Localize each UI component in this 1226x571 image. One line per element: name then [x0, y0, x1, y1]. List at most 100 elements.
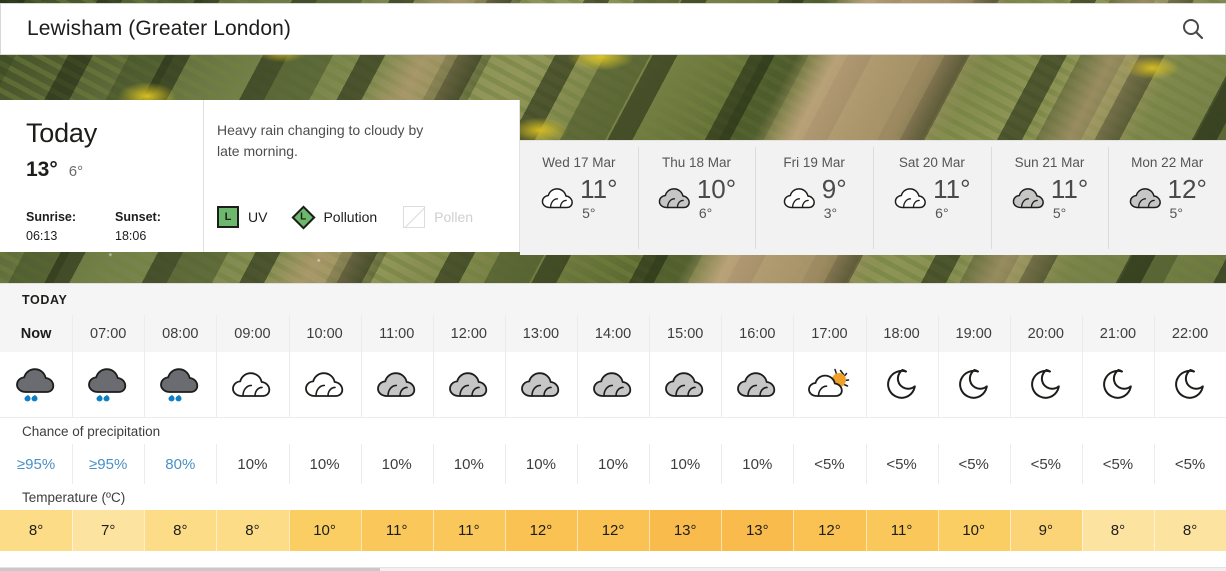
- hour-time-cell[interactable]: 19:00: [937, 315, 1010, 352]
- hour-time-cell[interactable]: 07:00: [72, 315, 144, 352]
- hour-icon-cell: [721, 352, 793, 417]
- day-forecast-card[interactable]: Thu 18 Mar 10° 6°: [637, 141, 756, 255]
- temperature-label: Temperature (ºC): [22, 489, 126, 505]
- hour-icon-cell: [937, 352, 1010, 417]
- day-temperatures: 12° 5°: [1168, 176, 1207, 220]
- cloud-grey-icon: [448, 371, 488, 397]
- hour-time-cell[interactable]: 14:00: [577, 315, 649, 352]
- day-forecast-card[interactable]: Wed 17 Mar 11° 5°: [520, 141, 638, 255]
- hour-time-cell[interactable]: 16:00: [721, 315, 793, 352]
- precipitation-value: <5%: [1174, 455, 1206, 473]
- temperature-value: 8°: [28, 522, 44, 539]
- hour-temperature-cell: 10°: [288, 510, 361, 551]
- hour-time-cell[interactable]: 17:00: [793, 315, 865, 352]
- hour-temperature-cell: 12°: [504, 510, 577, 551]
- day-forecast-card[interactable]: Fri 19 Mar 9° 3°: [755, 141, 873, 255]
- day-temperatures: 9° 3°: [822, 176, 847, 220]
- heavy-rain-icon: [88, 367, 127, 401]
- hour-time-cell[interactable]: 22:00: [1154, 315, 1226, 352]
- hour-precip-cell: <5%: [1009, 444, 1082, 484]
- temperature-value: 11°: [890, 522, 913, 539]
- uv-badge[interactable]: L UV: [217, 206, 267, 228]
- cloud-white-icon: [304, 371, 343, 397]
- hour-time-cell[interactable]: 08:00: [144, 315, 216, 352]
- hour-precip-cell: <5%: [1081, 444, 1154, 484]
- precipitation-value: ≥95%: [16, 455, 56, 473]
- search-button[interactable]: [1161, 4, 1225, 54]
- precipitation-value: <5%: [1102, 455, 1134, 473]
- temperature-value: 10°: [313, 522, 336, 539]
- horizontal-scrollbar[interactable]: [0, 567, 1226, 571]
- day-name: Sat 20 Mar: [898, 155, 965, 170]
- day-forecast-card[interactable]: Sun 21 Mar 11° 5°: [990, 141, 1109, 255]
- today-min-temp: 6°: [68, 163, 84, 180]
- day-max-temp: 11°: [933, 174, 971, 204]
- precipitation-value: 10%: [453, 455, 484, 473]
- precipitation-value: 80%: [165, 455, 196, 473]
- hour-temperature-cell: 11°: [432, 510, 505, 551]
- hour-temperature-cell: 13°: [649, 510, 722, 551]
- hour-icon-cell: [216, 352, 288, 417]
- precipitation-value: 10%: [670, 455, 701, 473]
- hour-time-cell[interactable]: 09:00: [216, 315, 288, 352]
- uv-index-icon: L: [217, 206, 239, 228]
- hour-icon-cell: [72, 352, 144, 417]
- hour-time-label: 16:00: [739, 325, 776, 342]
- temperature-value: 8°: [1182, 522, 1198, 539]
- day-forecast-card[interactable]: Mon 22 Mar 12° 5°: [1108, 141, 1226, 255]
- day-forecast-card[interactable]: Sat 20 Mar 11° 6°: [873, 141, 991, 255]
- hourly-forecast-panel: TODAY Now 07:00 08:00 09:00 10:00 11:00 12:00 1…: [0, 283, 1226, 571]
- cloud-white-icon: [894, 187, 927, 208]
- search-input[interactable]: [1, 17, 1161, 41]
- today-temperatures: 13° 6°: [26, 158, 203, 182]
- day-card-body: 11° 5°: [1011, 176, 1088, 220]
- index-badges: L UV L Pollution Pollen: [217, 204, 473, 230]
- hour-temperature-cell: 8°: [144, 510, 217, 551]
- hour-time-cell[interactable]: 10:00: [288, 315, 361, 352]
- clear-night-icon: [1175, 368, 1204, 399]
- precipitation-value: 10%: [381, 455, 412, 473]
- cloud-grey-icon: [1129, 187, 1161, 208]
- uv-badge-label: UV: [248, 209, 268, 225]
- precipitation-label: Chance of precipitation: [22, 423, 161, 439]
- hour-time-cell[interactable]: Now: [0, 315, 72, 352]
- pollution-level: L: [300, 211, 308, 223]
- pollution-badge[interactable]: L Pollution: [291, 204, 377, 230]
- day-min-temp: 6°: [698, 205, 713, 221]
- today-title: Today: [26, 118, 98, 148]
- day-max-temp: 11°: [580, 174, 618, 204]
- hour-time-label: 12:00: [450, 325, 487, 342]
- precipitation-value: <5%: [814, 455, 845, 473]
- hour-time-now: Now: [20, 325, 52, 342]
- hour-precip-cell: 10%: [216, 444, 288, 484]
- day-min-temp: 3°: [823, 205, 838, 221]
- hour-time-cell[interactable]: 15:00: [649, 315, 721, 352]
- temperature-value: 12°: [818, 522, 841, 539]
- location-search-bar[interactable]: [0, 3, 1226, 55]
- day-name: Sun 21 Mar: [1014, 155, 1085, 170]
- hour-icon-cell: [1009, 352, 1082, 417]
- precipitation-value: 10%: [742, 455, 773, 473]
- day-card-body: 11° 5°: [540, 174, 618, 220]
- hour-time-cell[interactable]: 18:00: [865, 315, 938, 352]
- pollen-index-icon: [403, 206, 426, 228]
- hour-time-cell[interactable]: 11:00: [360, 315, 433, 352]
- temperature-value: 8°: [245, 522, 260, 539]
- hour-icon-cell: [1154, 352, 1226, 417]
- hour-icon-cell: [0, 352, 72, 417]
- hour-time-cell[interactable]: 12:00: [432, 315, 505, 352]
- hour-precip-cell: <5%: [793, 444, 865, 484]
- hour-temperature-cell: 11°: [360, 510, 433, 551]
- heavy-rain-icon: [16, 367, 55, 401]
- hour-precip-cell: 10%: [288, 444, 361, 484]
- hour-time-cell[interactable]: 21:00: [1081, 315, 1154, 352]
- hour-temperature-cell: 9°: [1009, 510, 1082, 551]
- hour-time-cell[interactable]: 20:00: [1009, 315, 1082, 352]
- hour-icon-cell: [288, 352, 361, 417]
- sunset-value: 18:06: [115, 229, 147, 243]
- hour-time-cell[interactable]: 13:00: [504, 315, 577, 352]
- day-card-body: 10° 6°: [657, 176, 736, 220]
- precipitation-value: <5%: [1030, 455, 1062, 473]
- today-right-column: Heavy rain changing to cloudy by late mo…: [203, 100, 519, 252]
- hour-time-label: 11:00: [379, 325, 415, 342]
